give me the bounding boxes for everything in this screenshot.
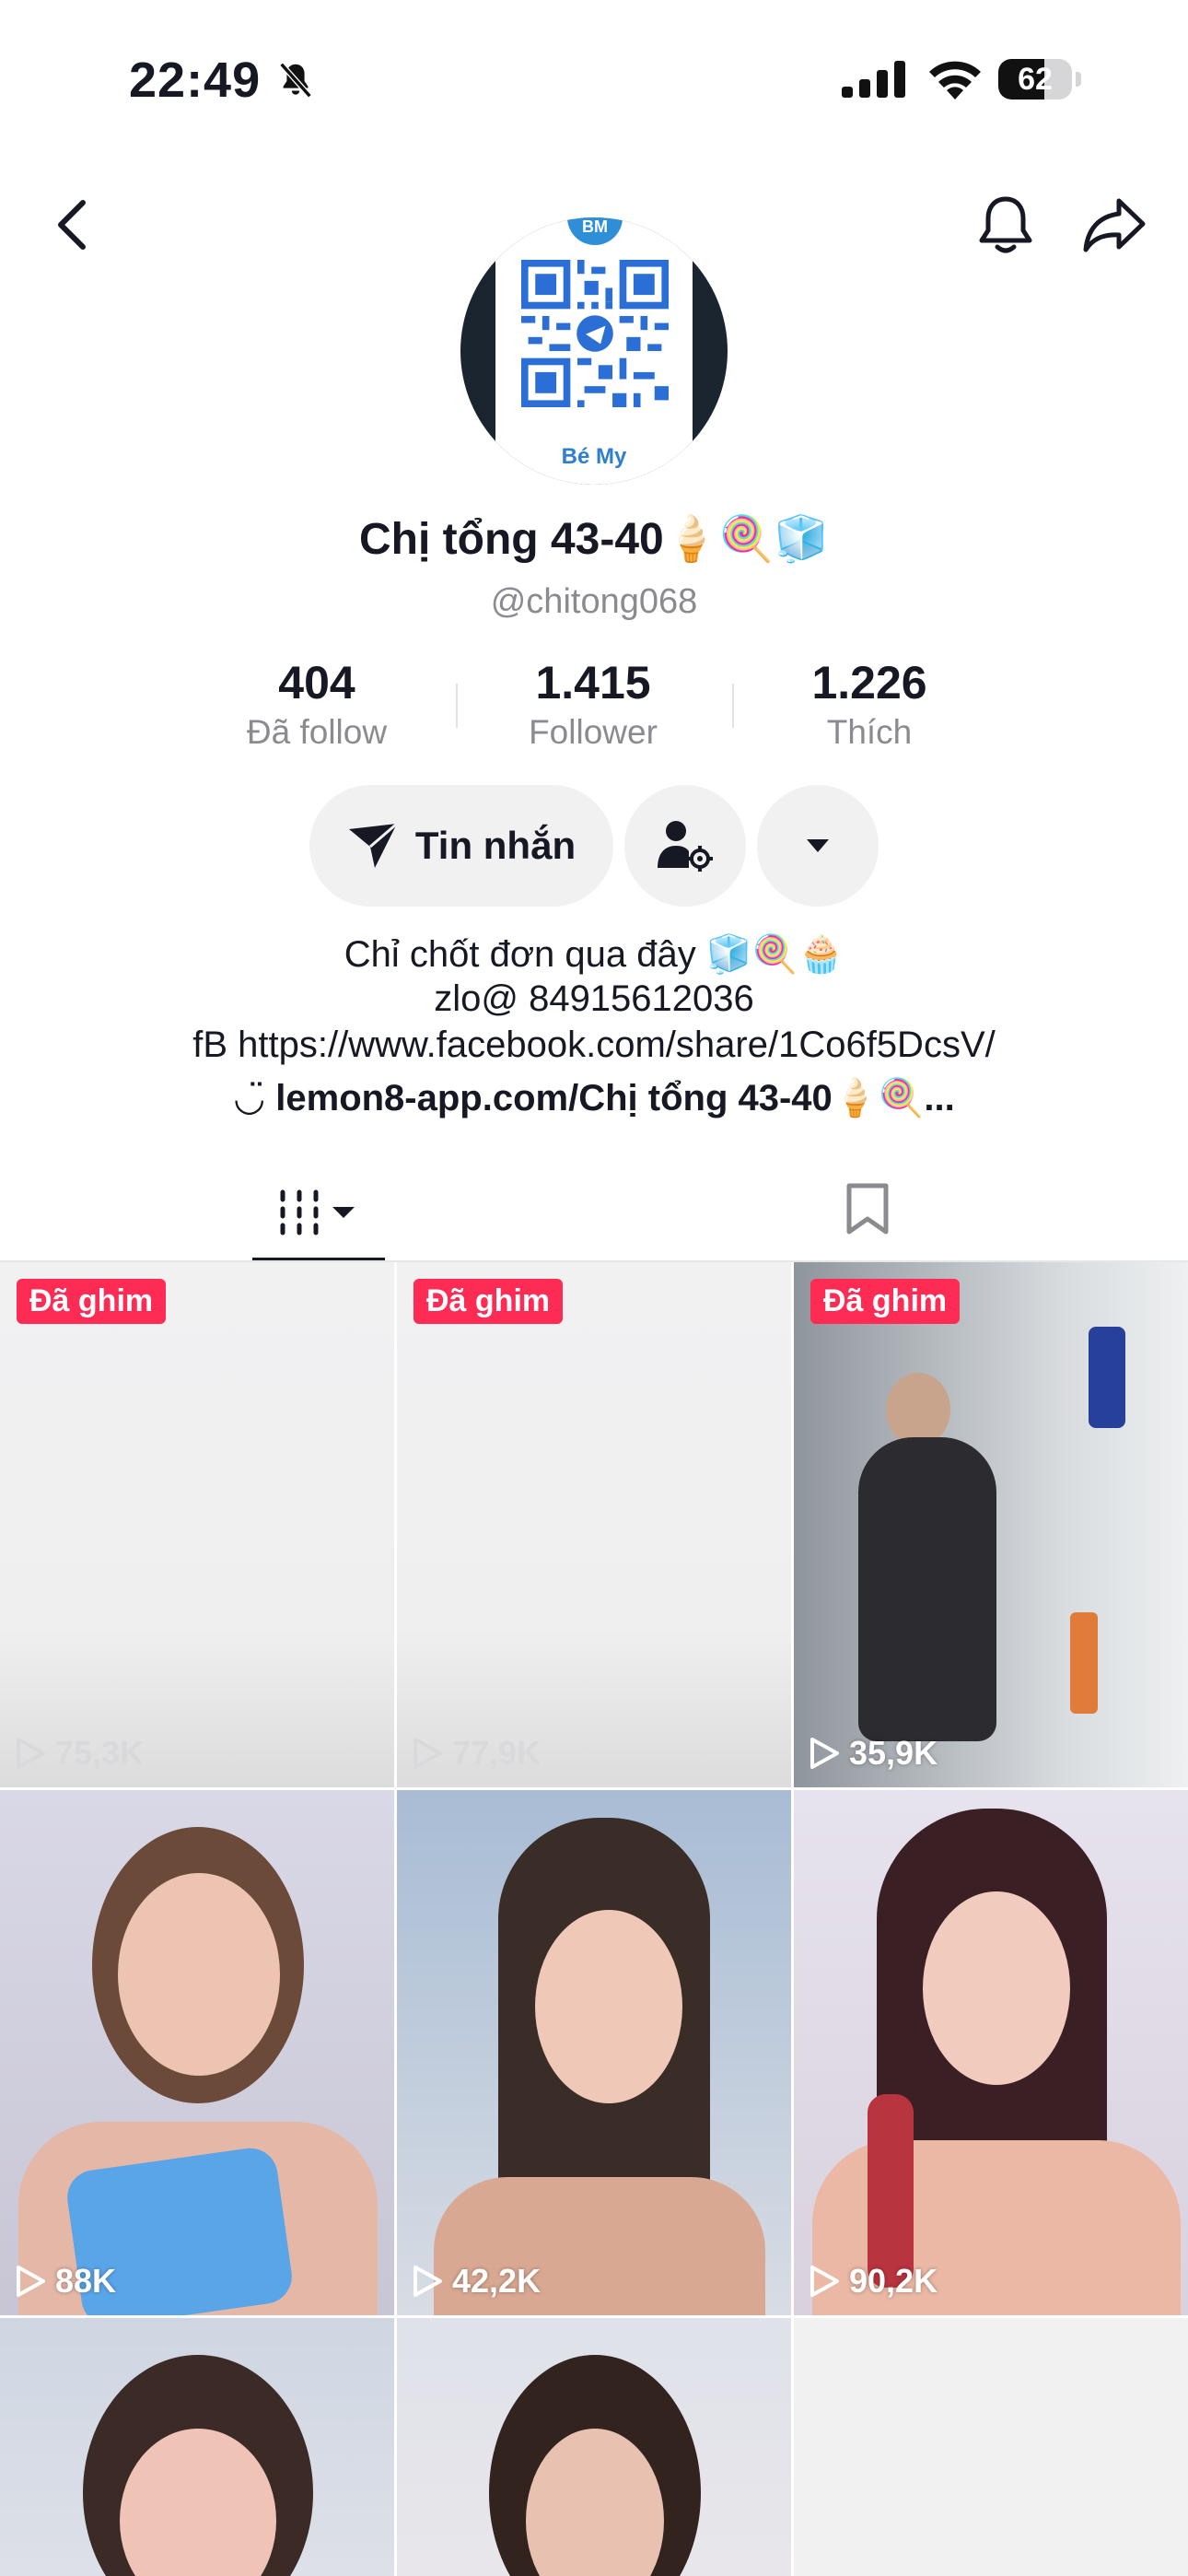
- view-count: 42,2K: [412, 2262, 541, 2301]
- status-time: 22:49: [129, 53, 262, 108]
- bio-line: Chỉ chốt đơn qua đây 🧊🍭🧁: [344, 934, 844, 975]
- pinned-badge: Đã ghim: [17, 1279, 167, 1324]
- view-count-text: 42,2K: [452, 2262, 542, 2300]
- play-icon: [810, 2266, 839, 2297]
- profile-link-text: lemon8-app.com/Chị tổng 43-40🍦🍭...: [275, 1078, 955, 1118]
- video-thumbnail-object: [1070, 1612, 1098, 1714]
- avatar-caption: Bé My: [561, 444, 627, 469]
- video-tile[interactable]: Đã ghim 77,9K: [397, 1262, 791, 1787]
- bookmark-icon: [846, 1183, 889, 1235]
- video-thumbnail-figure: [858, 1437, 996, 1741]
- view-count-text: 35,9K: [849, 1734, 938, 1772]
- display-name: Chị tổng 43-40🍦🍭🧊: [359, 515, 829, 564]
- view-count: 90,2K: [809, 2262, 938, 2301]
- friends-settings-button[interactable]: [624, 785, 746, 907]
- view-count: 75,3K: [15, 1734, 144, 1773]
- more-options-button[interactable]: [757, 785, 879, 907]
- likes-label: Thích: [826, 713, 913, 751]
- paper-plane-icon: [348, 822, 398, 868]
- following-count: 404: [278, 657, 355, 708]
- play-icon: [810, 1738, 839, 1769]
- share-button[interactable]: [1077, 188, 1151, 262]
- bell-icon: [979, 196, 1032, 253]
- view-count: 35,9K: [809, 1734, 938, 1773]
- bio-line: zlo@ 84915612036: [434, 978, 754, 1019]
- tab-saved[interactable]: [829, 1163, 906, 1255]
- following-label: Đã follow: [246, 713, 388, 751]
- profile-link[interactable]: ◡̈ lemon8-app.com/Chị tổng 43-40🍦🍭...: [0, 1076, 1188, 1119]
- video-tile[interactable]: Đã ghim 75,3K: [0, 1262, 394, 1787]
- video-thumbnail-figure: [868, 2094, 914, 2288]
- silent-mode-icon: [279, 62, 312, 99]
- chevron-left-icon: [58, 200, 86, 250]
- wifi-icon: [929, 61, 981, 100]
- view-count: 77,9K: [412, 1734, 541, 1773]
- back-button[interactable]: [35, 188, 109, 262]
- notification-button[interactable]: [969, 188, 1042, 262]
- followers-label: Follower: [529, 713, 658, 751]
- view-count: 88K: [15, 2262, 116, 2301]
- play-icon: [17, 1738, 45, 1769]
- username: @chitong068: [490, 582, 698, 621]
- video-tile[interactable]: 88K: [0, 1790, 394, 2315]
- video-thumbnail-figure: [535, 1910, 682, 2103]
- person-settings-icon: [658, 821, 713, 872]
- qr-code-image: [521, 260, 669, 407]
- view-count-text: 75,3K: [55, 1734, 145, 1772]
- play-icon: [413, 1738, 442, 1769]
- video-tile[interactable]: [397, 2318, 791, 2576]
- video-thumbnail-figure: [886, 1373, 950, 1446]
- likes-stat[interactable]: 1.226 Thích: [750, 656, 989, 752]
- battery-indicator: 62: [998, 59, 1081, 100]
- video-tile-placeholder: [794, 2318, 1188, 2576]
- video-tile[interactable]: [0, 2318, 394, 2576]
- bio-line: fB https://www.facebook.com/share/1Co6f5…: [192, 1025, 996, 1065]
- view-count-text: 88K: [55, 2262, 117, 2300]
- video-thumbnail-figure: [118, 1873, 280, 2076]
- pinned-badge: Đã ghim: [810, 1279, 961, 1324]
- following-stat[interactable]: 404 Đã follow: [197, 656, 437, 752]
- play-icon: [17, 2266, 45, 2297]
- likes-count: 1.226: [811, 657, 927, 708]
- tab-videos[interactable]: [252, 1163, 385, 1262]
- message-label: Tin nhắn: [414, 824, 577, 867]
- video-tile[interactable]: 42,2K: [397, 1790, 791, 2315]
- video-tile[interactable]: Đã ghim 35,9K: [794, 1262, 1188, 1787]
- stat-divider: [456, 684, 458, 728]
- view-count-text: 90,2K: [849, 2262, 938, 2300]
- share-arrow-icon: [1083, 198, 1146, 252]
- video-thumbnail-figure: [923, 1891, 1070, 2085]
- stat-divider: [732, 684, 734, 728]
- caret-down-icon: [807, 839, 829, 852]
- followers-stat[interactable]: 1.415 Follower: [473, 656, 713, 752]
- play-icon: [413, 2266, 442, 2297]
- grid-icon: [280, 1189, 355, 1235]
- pinned-badge: Đã ghim: [413, 1279, 564, 1324]
- video-thumbnail-object: [1089, 1327, 1125, 1428]
- cellular-signal-icon: [842, 61, 905, 98]
- battery-percent: 62: [1018, 62, 1053, 97]
- avatar[interactable]: BM Bé My: [460, 217, 728, 485]
- message-button[interactable]: Tin nhắn: [309, 785, 613, 907]
- link-icon: ◡̈: [233, 1078, 276, 1118]
- followers-count: 1.415: [535, 657, 651, 708]
- video-tile[interactable]: 90,2K: [794, 1790, 1188, 2315]
- view-count-text: 77,9K: [452, 1734, 542, 1772]
